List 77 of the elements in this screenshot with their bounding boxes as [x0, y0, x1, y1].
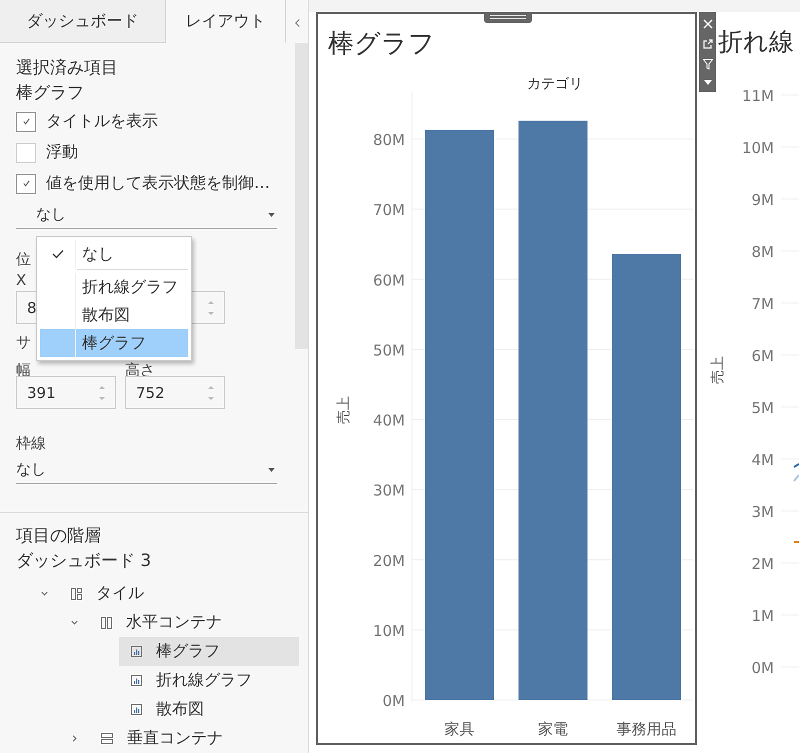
- check-icon: [22, 117, 30, 126]
- checkbox[interactable]: [16, 142, 36, 163]
- checkbox-label: タイトルを表示: [46, 111, 158, 132]
- dropdown[interactable]: なし: [16, 456, 277, 484]
- category-label: 家具: [444, 720, 474, 738]
- axis-tick-label: 9M: [752, 191, 774, 209]
- chart-title: 折れ線: [718, 26, 794, 58]
- section-heading: 項目の階層: [16, 525, 102, 548]
- scrollbar[interactable]: [295, 43, 308, 350]
- axis-tick-label: 80M: [372, 131, 405, 150]
- menu-item[interactable]: 棒グラフ: [40, 329, 188, 358]
- category-label: 事務用品: [616, 720, 676, 738]
- field-label: 幅: [16, 363, 32, 378]
- axis-tick-label: 20M: [372, 552, 405, 570]
- axis-tick-label: 1M: [752, 607, 774, 625]
- width-field[interactable]: 391: [16, 376, 116, 410]
- field-label: X: [16, 270, 26, 292]
- axis-tick-label: 0M: [752, 659, 774, 677]
- tree-item[interactable]: 折れ線グラフ: [119, 666, 299, 695]
- field-label: 枠線: [16, 433, 46, 454]
- tree-item[interactable]: 水平コンテナ: [89, 608, 269, 637]
- close-icon[interactable]: [702, 19, 712, 29]
- dropdown[interactable]: なし: [16, 201, 277, 230]
- menu-item[interactable]: なし: [40, 240, 188, 268]
- chart-title: 棒グラフ: [328, 28, 435, 60]
- axis-tick-label: 70M: [372, 201, 405, 220]
- axis-tick-label: 6M: [752, 347, 774, 365]
- section-heading: 選択済み項目: [16, 57, 119, 80]
- filter-icon[interactable]: [702, 59, 712, 70]
- field-label: 位: [16, 249, 31, 270]
- checkbox[interactable]: [16, 112, 36, 132]
- caret-icon[interactable]: [704, 80, 712, 85]
- axis-title: カテゴリ: [527, 76, 583, 92]
- dropdown-arrow-icon: [268, 212, 275, 217]
- axis-tick-label: 2M: [752, 555, 774, 573]
- external-link-icon[interactable]: [702, 39, 712, 49]
- category-label: 家電: [538, 720, 568, 738]
- axis-tick-label: 50M: [372, 341, 405, 360]
- axis-title: 売上: [336, 396, 352, 424]
- drag-handle[interactable]: [484, 12, 532, 23]
- axis-tick-label: 10M: [742, 139, 774, 157]
- dropdown-arrow-icon: [268, 468, 275, 472]
- tab[interactable]: ダッシュボード: [0, 0, 166, 44]
- bar-chart-icon: [131, 646, 142, 657]
- bar-chart-icon: [131, 704, 142, 715]
- bar-chart-icon: [131, 675, 142, 686]
- axis-tick-label: 3M: [752, 503, 774, 521]
- field-label: サ: [16, 332, 31, 354]
- axis-tick-label: 5M: [752, 399, 774, 417]
- rows-icon: [101, 733, 113, 744]
- axis-tick-label: 40M: [372, 412, 405, 430]
- axis-tick-label: 0M: [382, 692, 405, 710]
- check-icon: [22, 179, 30, 188]
- axis-tick-label: 8M: [752, 243, 774, 261]
- height-field[interactable]: 752: [125, 376, 225, 410]
- caret-icon[interactable]: [70, 618, 78, 627]
- tree-item[interactable]: 散布図: [119, 695, 299, 724]
- axis-tick-label: 60M: [372, 271, 405, 290]
- tree-item[interactable]: 垂直コンテナ: [89, 724, 269, 753]
- axis-tick-label: 4M: [752, 451, 774, 469]
- columns-icon: [101, 616, 112, 628]
- axis-title: 売上: [710, 356, 726, 384]
- menu-item[interactable]: 折れ線グラフ: [40, 273, 188, 302]
- caret-icon[interactable]: [40, 589, 48, 598]
- axis-tick-label: 11M: [742, 87, 774, 105]
- axis-tick-label: 7M: [752, 295, 774, 313]
- axis-tick-label: 30M: [372, 482, 405, 500]
- checkbox-label: 浮動: [46, 142, 78, 164]
- axis-tick-label: 10M: [372, 622, 405, 640]
- dashboard-name: ダッシュボード 3: [16, 550, 152, 573]
- tree-item[interactable]: 棒グラフ: [119, 637, 299, 666]
- checkbox-label: 値を使用して表示状態を制御…: [46, 173, 270, 194]
- item-name: 棒グラフ: [16, 82, 85, 106]
- tree-item[interactable]: タイル: [59, 579, 239, 608]
- collapse-icon[interactable]: [294, 18, 301, 28]
- checkbox[interactable]: [16, 174, 36, 194]
- tiled-layout-icon: [71, 588, 82, 600]
